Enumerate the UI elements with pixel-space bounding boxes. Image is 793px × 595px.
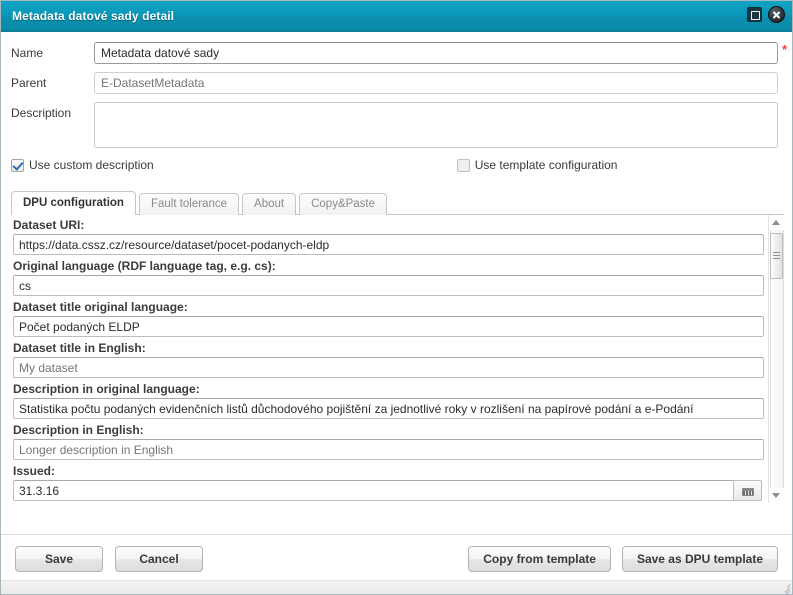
scroll-up-arrow-icon[interactable] [769,215,784,230]
window-titlebar: Metadata datové sady detail [1,1,792,32]
use-template-configuration-checkbox[interactable] [456,158,470,172]
tab-about[interactable]: About [242,193,297,215]
description-row: Description [11,102,778,148]
config-panel-scrollbar[interactable] [768,215,784,503]
description-english-label: Description in English: [13,423,144,437]
dataset-uri-input[interactable] [13,234,764,255]
maximize-icon[interactable] [747,7,762,22]
original-language-label: Original language (RDF language tag, e.g… [13,259,276,273]
dataset-title-english-input[interactable] [13,357,764,378]
parent-row: Parent [11,72,778,94]
footer-statusbar [1,580,792,594]
scroll-down-arrow-icon[interactable] [769,488,784,503]
dataset-title-original-input[interactable] [13,316,764,337]
description-original-label: Description in original language: [13,382,200,396]
tab-dpu-configuration[interactable]: DPU configuration [11,191,136,215]
name-label: Name [11,46,44,60]
description-original-input[interactable] [13,398,764,419]
issued-input[interactable] [13,480,734,501]
parent-label: Parent [11,76,47,90]
tab-strip: DPU configuration Fault tolerance About … [11,191,784,215]
copy-from-template-button[interactable]: Copy from template [468,546,611,572]
use-custom-description-checkbox[interactable] [11,158,24,172]
name-input[interactable] [94,42,778,64]
resize-grip-icon[interactable] [778,581,791,594]
use-template-configuration-group[interactable]: Use template configuration [456,158,618,172]
scrollbar-thumb[interactable] [770,233,783,279]
dialog-footer: Save Cancel Copy from template Save as D… [1,534,792,594]
window-title: Metadata datové sady detail [12,8,175,23]
save-button[interactable]: Save [15,546,103,572]
parent-input [94,72,778,94]
dataset-title-original-label: Dataset title original language: [13,300,188,314]
calendar-icon[interactable] [734,480,762,501]
cancel-button[interactable]: Cancel [115,546,203,572]
original-language-input[interactable] [13,275,764,296]
description-label: Description [11,106,72,120]
footer-template-actions: Copy from template Save as DPU template [468,546,778,572]
required-asterisk: * [781,42,787,57]
dataset-uri-label: Dataset URI: [13,218,85,232]
use-template-configuration-label: Use template configuration [474,158,618,172]
header-form: Name * Parent Description [1,32,792,148]
window-controls [747,6,785,23]
footer-primary-actions: Save Cancel [15,546,203,572]
options-row: Use custom description Use template conf… [11,156,792,174]
issued-row [13,480,768,501]
close-icon[interactable] [768,6,785,23]
dpu-configuration-panel: Dataset URI: Original language (RDF lang… [11,215,784,503]
use-custom-description-label: Use custom description [29,158,154,172]
description-english-input[interactable] [13,439,764,460]
description-textarea[interactable] [94,102,778,148]
dataset-title-english-label: Dataset title in English: [13,341,146,355]
tab-copy-paste[interactable]: Copy&Paste [299,193,388,215]
dialog-window: Metadata datové sady detail Name * Paren… [0,0,793,595]
config-fields-container: Dataset URI: Original language (RDF lang… [11,215,768,503]
issued-label: Issued: [13,464,56,478]
save-as-dpu-template-button[interactable]: Save as DPU template [621,546,778,572]
name-row: Name * [11,42,787,64]
use-custom-description-group[interactable]: Use custom description [11,158,154,172]
tab-fault-tolerance[interactable]: Fault tolerance [138,193,240,215]
